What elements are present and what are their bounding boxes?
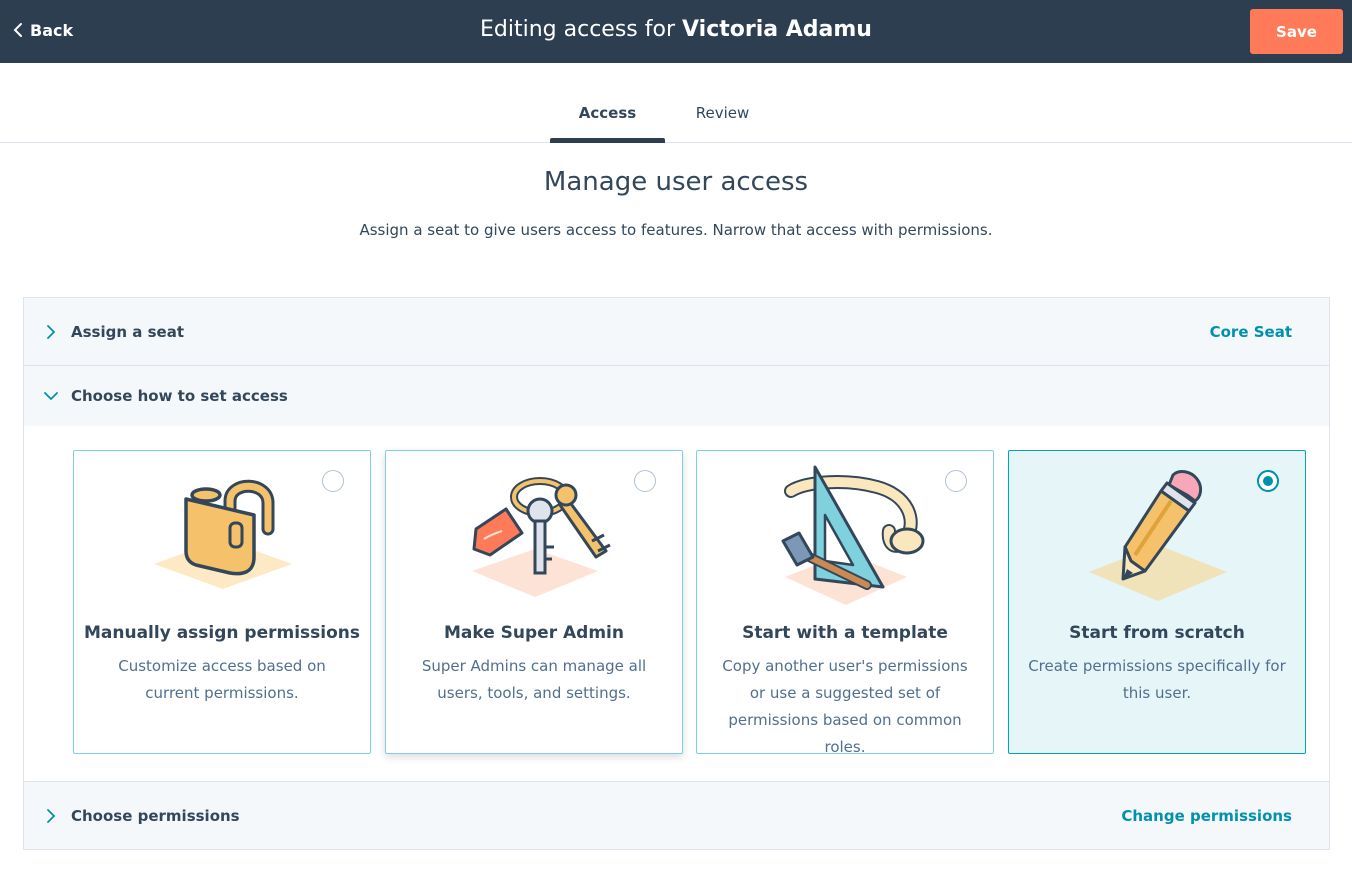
tab-bar: Access Review	[0, 63, 1352, 143]
option-description: Copy another user's permissions or use a…	[722, 657, 968, 756]
option-card-template[interactable]: Start with a template Copy another user'…	[696, 450, 994, 756]
option-card-manual[interactable]: Manually assign permissions Customize ac…	[73, 450, 371, 754]
option-radio-scratch[interactable]	[1257, 470, 1279, 492]
choose-permissions-section[interactable]: Choose permissions Change permissions	[23, 781, 1330, 850]
choose-access-label: Choose how to set access	[71, 387, 288, 405]
option-description: Super Admins can manage all users, tools…	[421, 657, 647, 702]
option-title: Start from scratch	[1069, 623, 1245, 643]
choose-permissions-label: Choose permissions	[71, 807, 240, 825]
option-description: Create permissions specifically for this…	[1028, 657, 1286, 702]
padlock-icon	[154, 479, 292, 589]
option-card-super-admin[interactable]: Make Super Admin Super Admins can manage…	[385, 450, 683, 754]
chevron-right-icon	[47, 325, 56, 339]
assign-seat-section[interactable]: Assign a seat Core Seat	[23, 297, 1330, 366]
seat-value-link[interactable]: Core Seat	[1210, 323, 1292, 341]
option-radio-template[interactable]	[945, 470, 967, 492]
active-tab-indicator	[550, 138, 665, 143]
page-title: Editing access for Victoria Adamu	[0, 17, 1352, 42]
pencil-icon	[1089, 470, 1227, 601]
section-heading: Manage user access	[543, 167, 809, 197]
change-permissions-link[interactable]: Change permissions	[1121, 807, 1292, 825]
title-prefix: Editing access for	[480, 17, 683, 42]
top-bar: Back Editing access for Victoria Adamu S…	[0, 0, 1352, 63]
option-title: Make Super Admin	[443, 623, 624, 643]
save-button[interactable]: Save	[1250, 9, 1343, 54]
user-name: Victoria Adamu	[682, 17, 872, 42]
tab-access[interactable]: Access	[550, 104, 665, 122]
tools-icon	[781, 465, 925, 605]
option-radio-manual[interactable]	[322, 470, 344, 492]
chevron-down-icon	[44, 392, 58, 401]
option-radio-super-admin[interactable]	[634, 470, 656, 492]
section-description: Assign a seat to give users access to fe…	[359, 221, 993, 239]
tab-review[interactable]: Review	[680, 104, 765, 122]
keys-icon	[472, 477, 611, 597]
option-title: Manually assign permissions	[83, 623, 361, 643]
option-title: Start with a template	[742, 623, 948, 643]
choose-access-section[interactable]: Choose how to set access	[23, 365, 1330, 427]
option-card-scratch[interactable]: Start from scratch Create permissions sp…	[1008, 450, 1306, 754]
option-description: Customize access based on current permis…	[118, 657, 326, 702]
assign-seat-label: Assign a seat	[71, 323, 184, 341]
chevron-right-icon	[47, 809, 56, 823]
